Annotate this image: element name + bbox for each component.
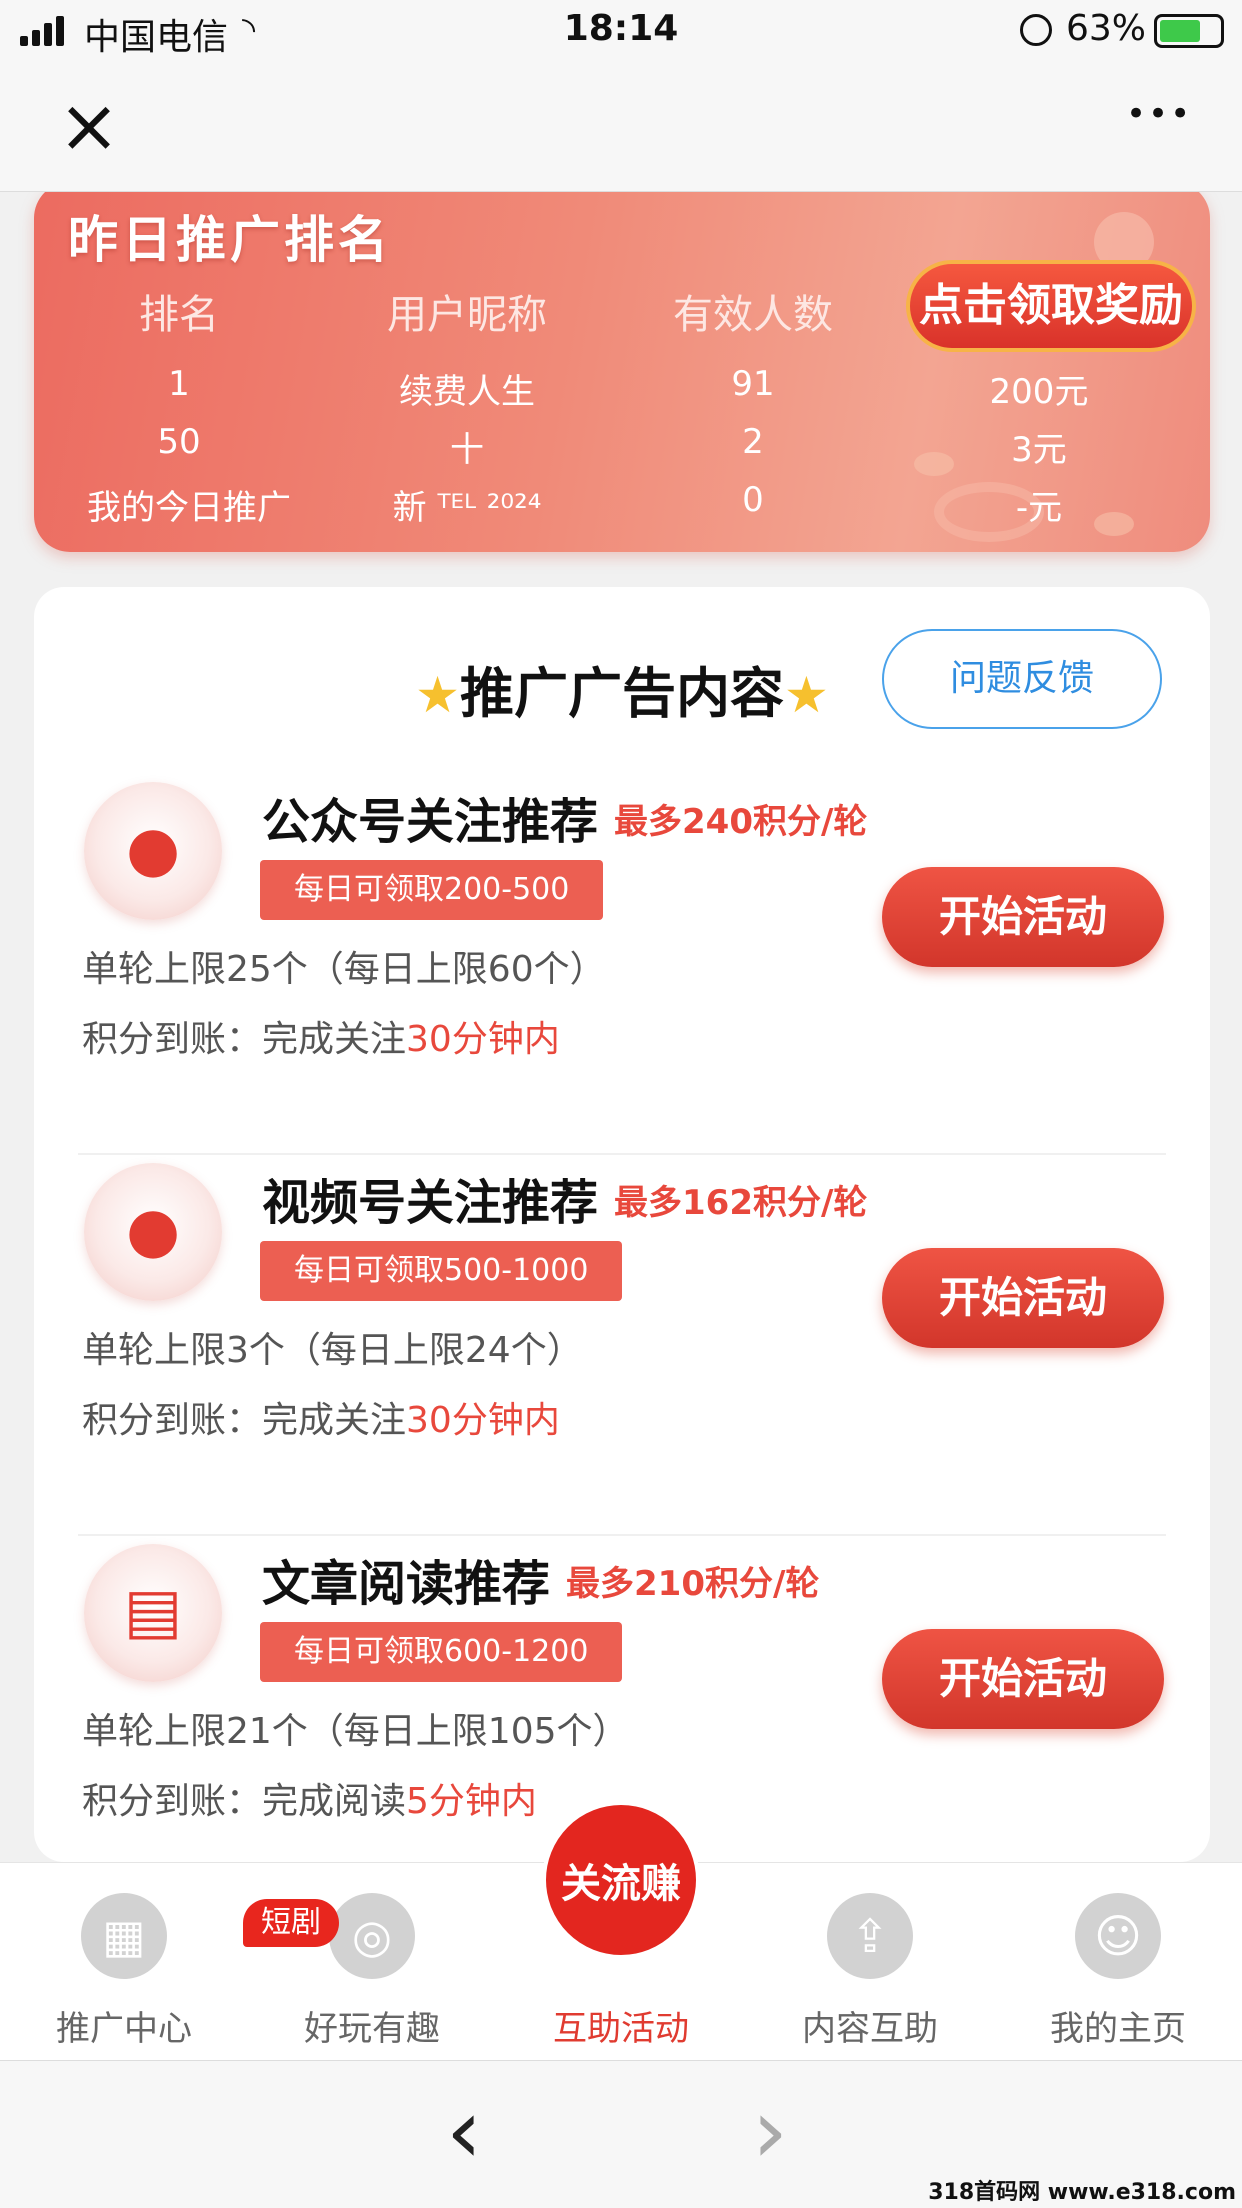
task-item: ● 视频号关注推荐 最多162积分/轮 每日可领取500-1000 单轮上限3个… (34, 1143, 1210, 1524)
col-header-count: 有效人数 (673, 292, 833, 338)
task-daily-badge: 每日可领取500-1000 (260, 1241, 623, 1301)
main-content[interactable]: 昨日推广排名 排名 用户昵称 有效人数 点击领取奖励 1 续费人生 91 200… (0, 192, 1242, 1862)
task-title: 视频号关注推荐 (262, 1175, 599, 1231)
watermark: 318首码网 www.e318.com (928, 2180, 1236, 2205)
star-icon: ★ (784, 666, 829, 724)
close-icon[interactable]: × (58, 78, 120, 174)
col-header-rank: 排名 (139, 292, 219, 338)
task-daily-badge: 每日可领取600-1200 (260, 1622, 623, 1682)
reward-cell: -元 (1015, 488, 1063, 528)
promo-content-card: ★推广广告内容★ 问题反馈 ● 公众号关注推荐 最多240积分/轮 每日可领取2… (34, 587, 1210, 1862)
tab-my-home[interactable]: ☺ 我的主页 (1018, 1893, 1218, 2050)
book-icon: ▤ (84, 1544, 222, 1682)
arrival-time: 5分钟内 (406, 1781, 537, 1822)
clock: 18:14 (563, 8, 679, 49)
more-icon[interactable]: ••• (1126, 94, 1192, 134)
task-max-points: 最多240积分/轮 (614, 802, 868, 842)
back-icon[interactable]: ‹ (446, 2079, 482, 2184)
task-title: 文章阅读推荐 (262, 1556, 551, 1612)
browser-toolbar: ‹ › 318首码网 www.e318.com (0, 2060, 1242, 2208)
rank-cell: 我的今日推广 (87, 488, 291, 528)
reward-cell: 3元 (1011, 430, 1067, 470)
task-max-points: 最多162积分/轮 (614, 1183, 868, 1223)
tab-content-mutual[interactable]: ⇪ 内容互助 (770, 1893, 970, 2050)
tab-label: 互助活动 (553, 2009, 689, 2049)
short-drama-badge: 短剧 (243, 1899, 339, 1947)
nav-bar: × ••• (0, 64, 1242, 192)
grid-icon: ▦ (81, 1893, 167, 1979)
battery-icon (1154, 14, 1224, 48)
forward-icon[interactable]: › (752, 2079, 788, 2184)
tab-promo-center[interactable]: ▦ 推广中心 (24, 1893, 224, 2050)
tab-bar: ▦ 推广中心 ◎ 好玩有趣 短剧 关流赚 互助活动 ⇪ 内容互助 ☺ 我的主页 (0, 1801, 1242, 2060)
tab-label: 推广中心 (56, 2009, 192, 2049)
channel-follow-icon: ● (84, 1163, 222, 1301)
arrival-time: 30分钟内 (406, 1400, 560, 1441)
task-limit: 单轮上限25个（每日上限60个） (82, 949, 606, 990)
task-arrival: 积分到账：完成关注30分钟内 (82, 1391, 560, 1443)
tab-label: 我的主页 (1050, 2009, 1186, 2049)
planet-icon: ◎ (329, 1893, 415, 1979)
rank-cell: 50 (157, 422, 201, 462)
user-icon: ☺ (1075, 1893, 1161, 1979)
feedback-button[interactable]: 问题反馈 (882, 629, 1162, 729)
start-activity-button[interactable]: 开始活动 (882, 1248, 1164, 1348)
task-limit: 单轮上限21个（每日上限105个） (82, 1711, 629, 1752)
nickname-cell: 十 (450, 430, 484, 470)
orientation-lock-icon (1020, 14, 1052, 46)
tab-label: 内容互助 (802, 2009, 938, 2049)
document-upload-icon: ⇪ (827, 1893, 913, 1979)
task-item: ● 公众号关注推荐 最多240积分/轮 每日可领取200-500 单轮上限25个… (34, 762, 1210, 1143)
tab-mutual-activity[interactable]: 互助活动 (521, 1893, 721, 2050)
task-arrival: 积分到账：完成关注30分钟内 (82, 1010, 560, 1062)
tab-label: 好玩有趣 (304, 2009, 440, 2049)
ranking-title: 昨日推广排名 (68, 211, 392, 269)
status-bar: 中国电信 ◝ 18:14 63% (0, 0, 1242, 64)
count-cell: 0 (742, 480, 764, 520)
claim-reward-button[interactable]: 点击领取奖励 (906, 260, 1196, 352)
reward-cell: 200元 (989, 372, 1089, 412)
ranking-banner: 昨日推广排名 排名 用户昵称 有效人数 点击领取奖励 1 续费人生 91 200… (34, 192, 1210, 552)
task-daily-badge: 每日可领取200-500 (260, 860, 604, 920)
nickname-cell: 续费人生 (399, 372, 535, 412)
rank-cell: 1 (168, 364, 190, 404)
account-follow-icon: ● (84, 782, 222, 920)
start-activity-button[interactable]: 开始活动 (882, 867, 1164, 967)
arrival-time: 30分钟内 (406, 1019, 560, 1060)
task-title: 公众号关注推荐 (262, 794, 599, 850)
task-arrival: 积分到账：完成阅读5分钟内 (82, 1772, 537, 1824)
arrival-prefix: 积分到账：完成阅读 (82, 1781, 407, 1822)
task-limit: 单轮上限3个（每日上限24个） (82, 1330, 583, 1371)
count-cell: 91 (731, 364, 775, 404)
arrival-prefix: 积分到账：完成关注 (82, 1019, 407, 1060)
battery-percent: 63% (1065, 8, 1146, 49)
count-cell: 2 (742, 422, 764, 462)
arrival-prefix: 积分到账：完成关注 (82, 1400, 407, 1441)
nickname-cell: 新 ᵀᴱᴸ ²⁰²⁴ (392, 488, 542, 528)
task-max-points: 最多210积分/轮 (566, 1564, 820, 1604)
col-header-nickname: 用户昵称 (387, 292, 547, 338)
section-title: 推广广告内容 (460, 662, 784, 725)
star-icon: ★ (415, 666, 460, 724)
start-activity-button[interactable]: 开始活动 (882, 1629, 1164, 1729)
